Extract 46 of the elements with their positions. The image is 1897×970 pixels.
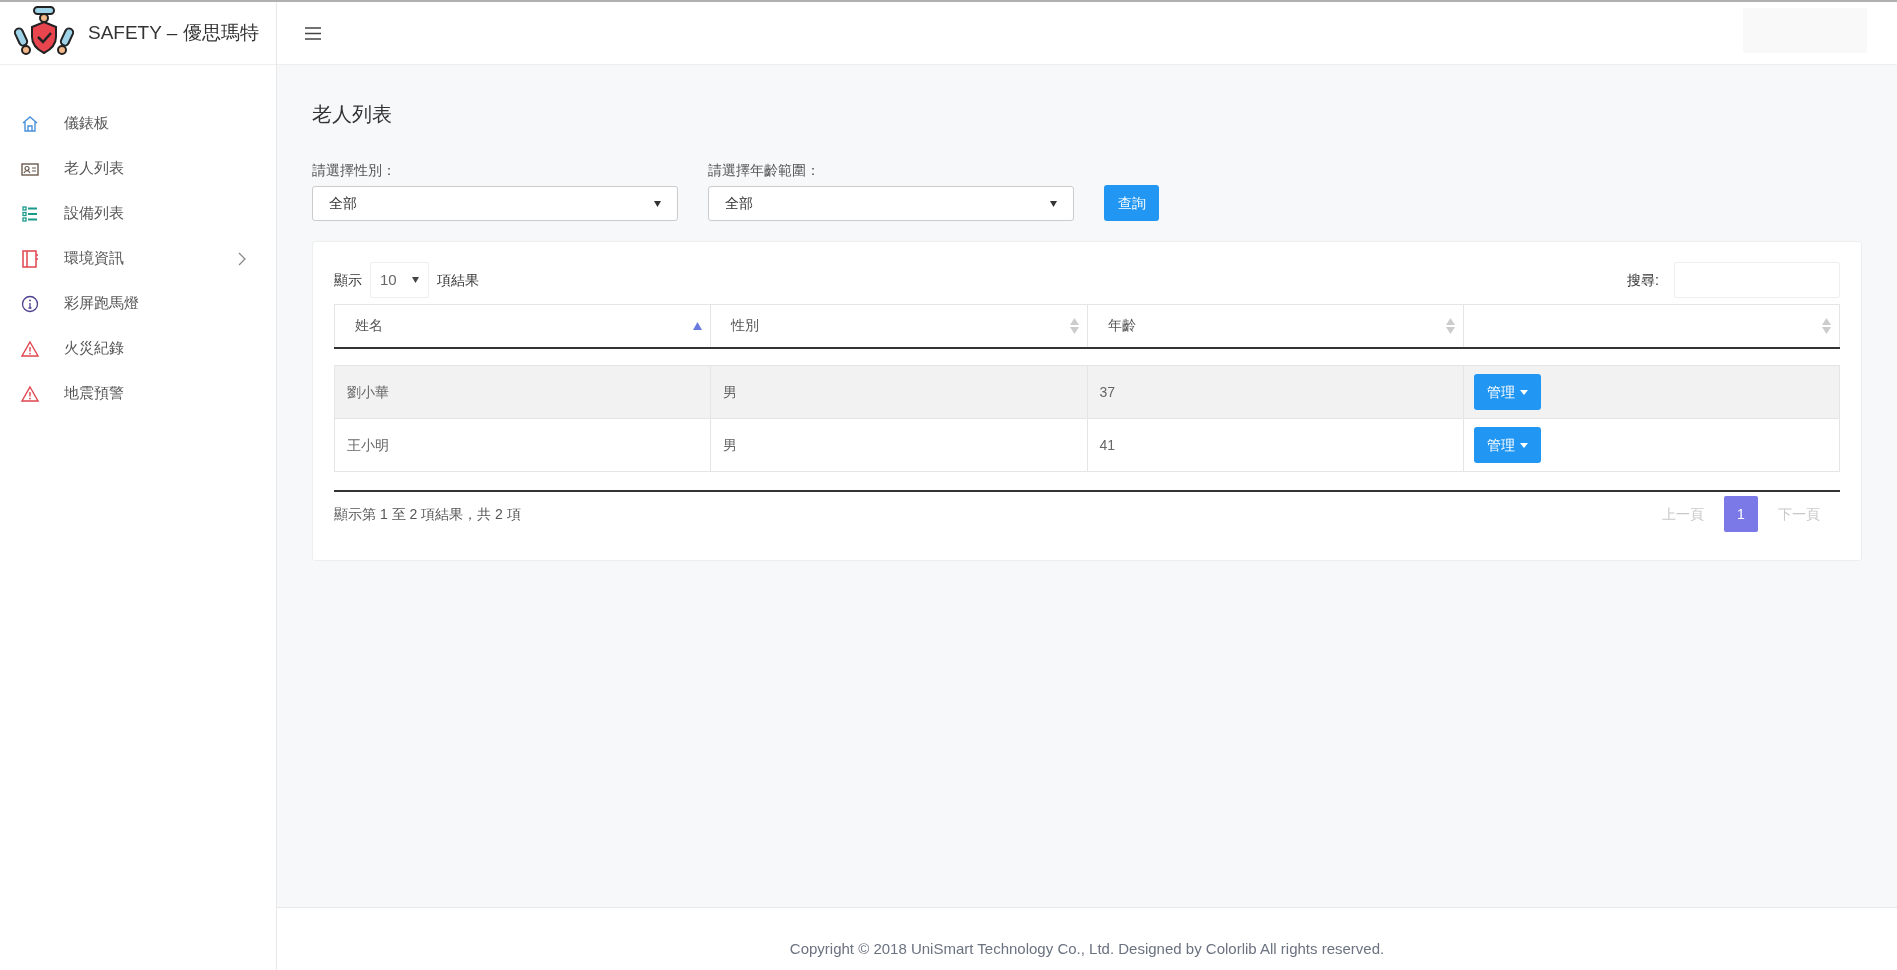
table-cell: 男 [710, 365, 1087, 419]
sidebar-item[interactable]: 設備列表 [0, 191, 276, 236]
table-cell: 男 [710, 418, 1087, 472]
warning-icon [20, 383, 40, 404]
list-icon [20, 203, 40, 224]
menu-icon[interactable] [305, 26, 321, 40]
sidebar-item[interactable]: 儀錶板 [0, 101, 276, 146]
caret-icon [654, 200, 661, 207]
warning-icon [20, 338, 40, 359]
info-icon [20, 293, 40, 314]
copyright-text: Copyright © 2018 UniSmart Technology Co., Ltd. Designed by Colorlib All rights reserved. [789, 938, 1385, 959]
table-cell: 劉小華 [334, 365, 711, 419]
caret-icon [1519, 389, 1528, 395]
brand-title: SAFETY – 優思瑪特 [88, 20, 259, 45]
column-header[interactable]: 姓名 [334, 304, 711, 348]
sort-icon [1445, 317, 1455, 334]
sidebar-item[interactable]: 老人列表 [0, 146, 276, 191]
caret-icon [1519, 442, 1528, 448]
caret-icon [1050, 200, 1057, 207]
sidebar-item[interactable]: 地震預警 [0, 371, 276, 416]
table-info: 顯示第 1 至 2 項結果，共 2 項 [334, 504, 521, 524]
sort-ascending-icon [693, 321, 703, 330]
sort-icon [1069, 317, 1079, 334]
filter-label: 請選擇年齡範圍： [708, 161, 821, 180]
column-header[interactable]: 性別 [710, 304, 1087, 348]
sidebar-item[interactable]: 火災紀錄 [0, 326, 276, 371]
sidebar-item[interactable]: 彩屏跑馬燈 [0, 281, 276, 326]
page-button[interactable]: 1 [1724, 496, 1758, 532]
length-label: 顯示 [334, 270, 362, 290]
column-header[interactable] [1463, 304, 1840, 348]
filter-label: 請選擇性別： [312, 161, 397, 180]
column-header[interactable]: 年齡 [1087, 304, 1464, 348]
table-cell: 王小明 [334, 418, 711, 472]
table-cell: 37 [1087, 365, 1464, 419]
home-icon [20, 113, 40, 134]
sidebar-item[interactable]: 環境資訊 [0, 236, 276, 281]
notebook-icon [20, 248, 40, 269]
filter-select[interactable]: 全部 [312, 186, 678, 221]
filter-select[interactable]: 全部 [708, 186, 1074, 221]
page-title: 老人列表 [312, 102, 393, 127]
sort-icon [1822, 317, 1831, 334]
table-cell: 41 [1087, 418, 1464, 472]
search-label: 搜尋: [1627, 270, 1659, 290]
caret-icon [412, 277, 419, 283]
length-label: 項結果 [437, 270, 479, 290]
page-length-select[interactable]: 10 [370, 262, 429, 298]
